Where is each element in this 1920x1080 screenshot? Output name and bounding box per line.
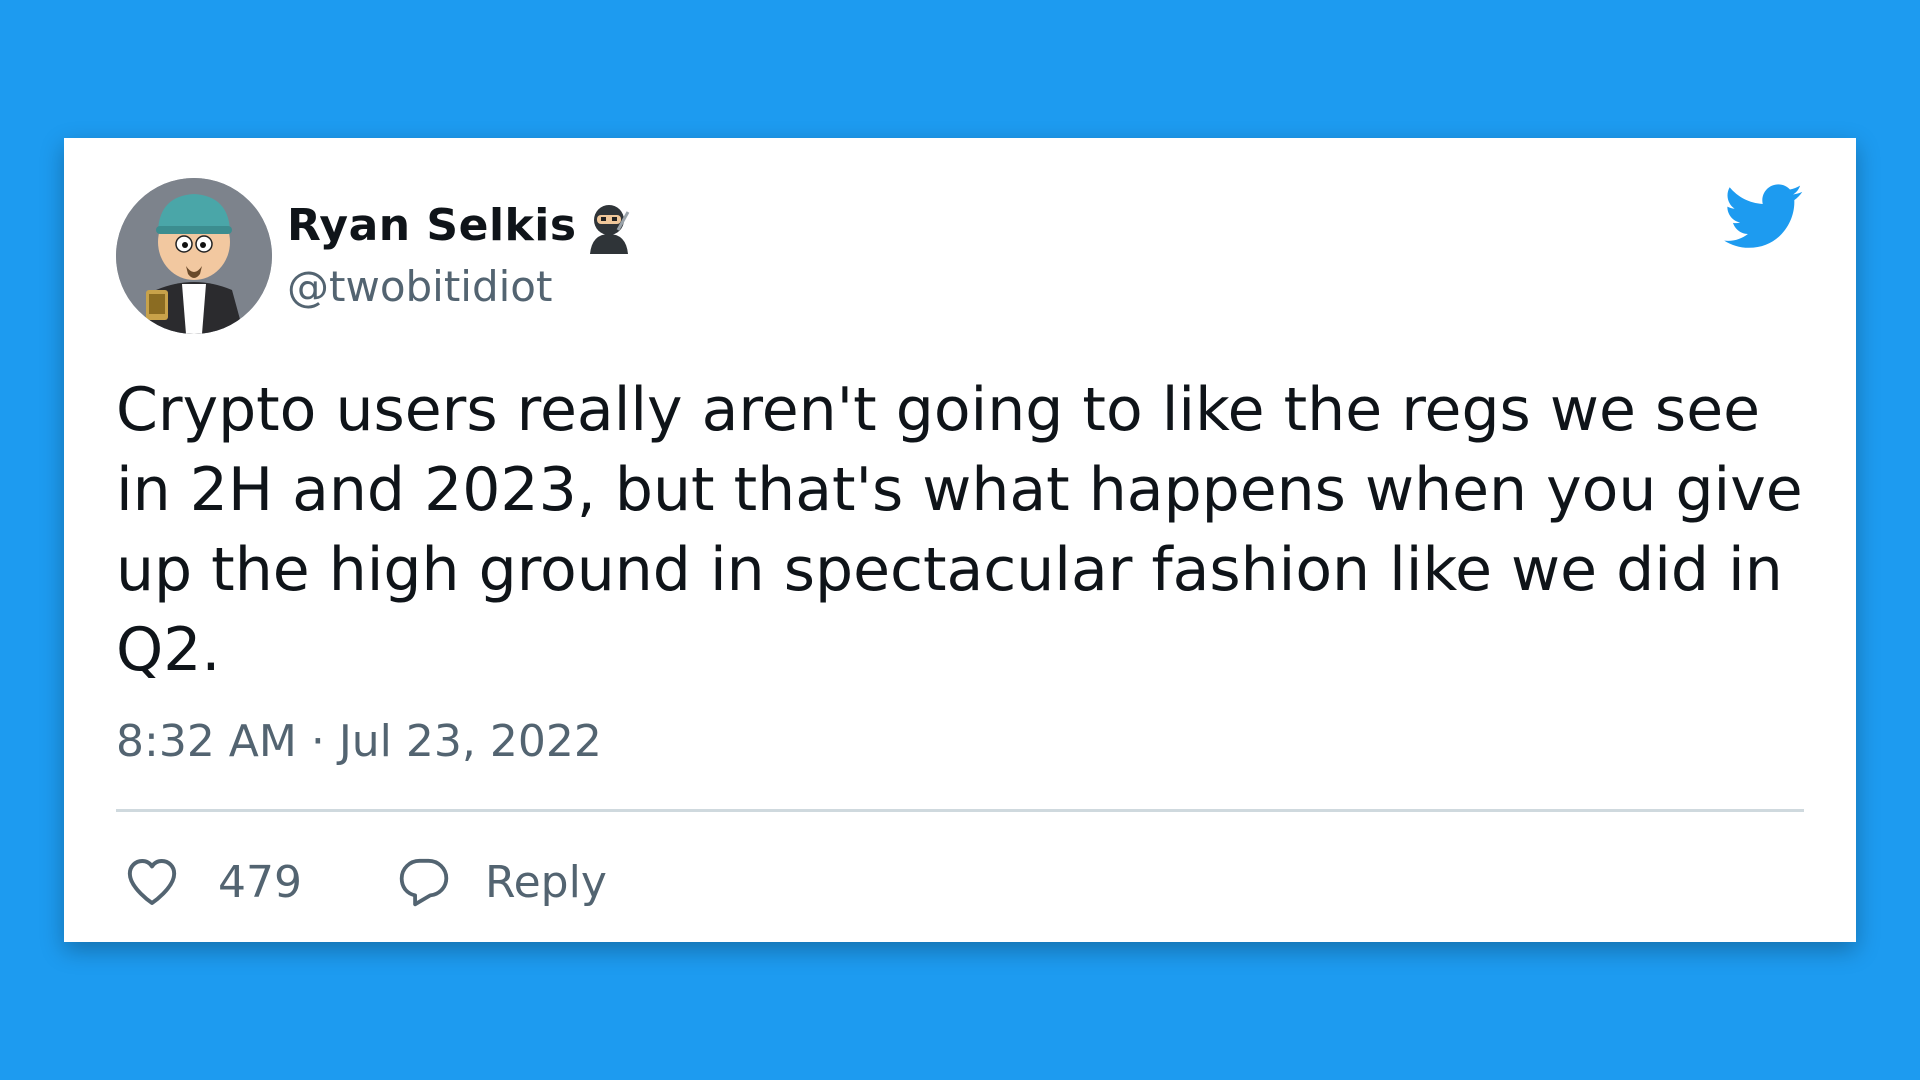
avatar-image: [116, 178, 272, 334]
avatar[interactable]: [116, 178, 272, 334]
divider: [116, 809, 1804, 812]
like-button[interactable]: 479: [124, 850, 302, 914]
twitter-bird-icon[interactable]: [1724, 184, 1804, 250]
ninja-icon: [590, 205, 630, 254]
like-count: 479: [218, 856, 302, 908]
reply-label: Reply: [485, 856, 607, 908]
tweet-card: Ryan Selkis @twobitidiot Crypto users re…: [64, 138, 1856, 942]
heart-icon[interactable]: [124, 854, 180, 910]
tweet-timestamp[interactable]: 8:32 AM · Jul 23, 2022: [116, 716, 602, 767]
reply-icon[interactable]: [395, 854, 453, 910]
reply-button[interactable]: Reply: [395, 850, 607, 914]
author-handle[interactable]: @twobitidiot: [287, 262, 552, 311]
author-name[interactable]: Ryan Selkis: [287, 200, 577, 251]
tweet-text: Crypto users really aren't going to like…: [116, 375, 1803, 685]
